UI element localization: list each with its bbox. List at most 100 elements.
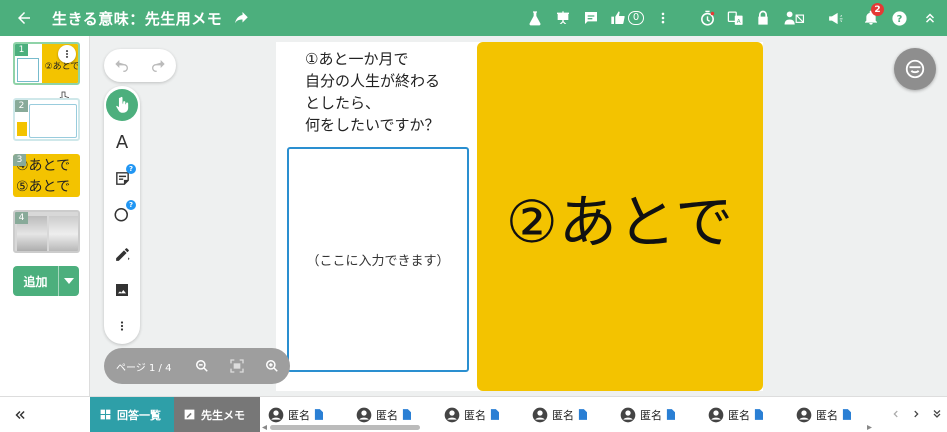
answer-input-box[interactable]: （ここに入力できます）: [287, 147, 469, 372]
translate-button[interactable]: A: [721, 0, 749, 36]
more-vertical-icon: [120, 321, 124, 331]
student-list-scrollbar[interactable]: [262, 425, 872, 430]
zoom-in-button[interactable]: [255, 359, 290, 373]
student-nav: [891, 396, 943, 432]
double-chevron-down-icon[interactable]: [931, 407, 943, 421]
caret-down-icon: [64, 278, 74, 284]
megaphone-icon: [828, 12, 843, 24]
back-button[interactable]: [6, 0, 42, 36]
student-name: 匿名: [816, 408, 838, 422]
thumbnail-number: 4: [15, 212, 28, 224]
thumbnail-number: 2: [15, 100, 28, 112]
zoom-out-button[interactable]: [184, 359, 219, 373]
share-button[interactable]: [232, 9, 250, 27]
document-icon: [490, 409, 499, 420]
teacher-memo-tab[interactable]: 先生メモ: [174, 396, 260, 432]
slide-canvas[interactable]: ①あと一か月で 自分の人生が終わる としたら、 何をしたいですか？ （ここに入力…: [276, 42, 763, 391]
lock-button[interactable]: [749, 0, 777, 36]
student-chip[interactable]: 匿名: [620, 407, 708, 423]
image-tool[interactable]: [106, 274, 138, 306]
comment-button[interactable]: [577, 0, 605, 36]
answer-placeholder: （ここに入力できます）: [306, 254, 450, 269]
page-indicator: ページ 1 / 4: [116, 362, 172, 374]
like-count: 0: [627, 11, 645, 25]
student-chip[interactable]: 匿名: [356, 407, 444, 423]
chevron-left-icon[interactable]: [891, 408, 901, 420]
fit-screen-icon: [230, 359, 244, 373]
yellow-card: ②あとで: [477, 42, 763, 391]
chevron-right-icon[interactable]: [911, 408, 921, 420]
page-navigation-bar: ページ 1 / 4: [104, 348, 290, 384]
hand-pointer-icon: [115, 96, 128, 113]
timer-icon: [700, 10, 714, 26]
app-header: 生きる意味：先生用メモ 0 A 2 ?: [0, 0, 947, 36]
more-menu-button[interactable]: [649, 0, 677, 36]
drawing-toolbar: A ? ?: [104, 86, 140, 344]
page-title: 生きる意味：先生用メモ: [52, 9, 223, 28]
floating-action-button[interactable]: [894, 48, 936, 90]
more-tools-button[interactable]: [106, 310, 138, 342]
undo-icon[interactable]: [113, 58, 131, 74]
document-icon: [842, 409, 851, 420]
text-tool[interactable]: A: [106, 126, 138, 158]
user-avatar-icon: [532, 407, 548, 422]
answers-list-tab[interactable]: 回答一覧: [90, 396, 174, 432]
image-icon: [116, 284, 128, 296]
question-text: ①あと一か月で 自分の人生が終わる としたら、 何をしたいですか？: [305, 50, 441, 134]
help-icon: ?: [891, 10, 907, 26]
document-icon: [754, 409, 763, 420]
pencil-icon: [115, 247, 130, 261]
page-thumbnail-sidebar: 1 ②あとで 2 3 ④あとで ⑤あとで 4 追加: [0, 36, 90, 396]
collapse-header-button[interactable]: [913, 0, 947, 36]
lock-icon: [758, 10, 768, 25]
timer-button[interactable]: [693, 0, 721, 36]
notifications-button[interactable]: 2: [857, 0, 885, 36]
zoom-out-icon: [196, 360, 208, 372]
flask-icon: [529, 11, 541, 26]
help-badge-icon: ?: [126, 164, 136, 174]
double-chevron-left-icon: [15, 410, 25, 419]
notification-badge: 2: [871, 3, 884, 16]
student-chip[interactable]: 匿名: [708, 407, 796, 423]
thumbnail-page-1[interactable]: 1 ②あとで: [13, 42, 80, 85]
student-name: 匿名: [464, 408, 486, 422]
thumbnail-page-4[interactable]: 4: [13, 210, 80, 253]
add-page-dropdown[interactable]: [58, 266, 79, 296]
share-arrow-icon: [235, 12, 248, 24]
student-chip[interactable]: 匿名: [796, 407, 884, 423]
document-icon: [314, 409, 323, 420]
pen-tool[interactable]: [106, 238, 138, 270]
student-chip[interactable]: 匿名: [444, 407, 532, 423]
thumbnail-number: 3: [13, 154, 26, 166]
collapse-sidebar-button[interactable]: [0, 408, 40, 422]
thumbnail-menu-button[interactable]: [58, 45, 76, 63]
tools-button[interactable]: [521, 0, 549, 36]
user-avatar-icon: [268, 407, 284, 422]
thumbnail-page-2[interactable]: 2: [13, 98, 80, 141]
thumbnail-page-3[interactable]: 3 ④あとで ⑤あとで: [13, 154, 80, 197]
translate-icon: A: [727, 10, 743, 25]
shape-tool[interactable]: ?: [106, 198, 138, 230]
more-vertical-icon: [65, 50, 69, 58]
help-button[interactable]: ?: [885, 0, 913, 36]
grid-icon: [100, 409, 111, 420]
like-button[interactable]: 0: [605, 0, 649, 36]
student-chip[interactable]: 匿名: [268, 407, 356, 423]
edit-note-icon: [184, 409, 195, 420]
thumbs-up-icon: [611, 11, 625, 25]
add-page-button[interactable]: 追加: [13, 266, 79, 296]
face-mask-icon: [905, 59, 925, 79]
svg-text:A: A: [736, 18, 740, 24]
redo-icon[interactable]: [149, 58, 167, 74]
scroll-left-icon: [262, 425, 267, 430]
announce-button[interactable]: [821, 0, 849, 36]
presentation-button[interactable]: [549, 0, 577, 36]
add-page-label: 追加: [23, 274, 48, 289]
answers-list-label: 回答一覧: [117, 408, 161, 422]
fit-screen-button[interactable]: [220, 358, 255, 374]
scrollbar-thumb[interactable]: [270, 425, 420, 430]
pointer-tool[interactable]: [106, 89, 138, 121]
student-chip[interactable]: 匿名: [532, 407, 620, 423]
sticky-note-tool[interactable]: ?: [106, 162, 138, 194]
hide-names-button[interactable]: [777, 0, 811, 36]
